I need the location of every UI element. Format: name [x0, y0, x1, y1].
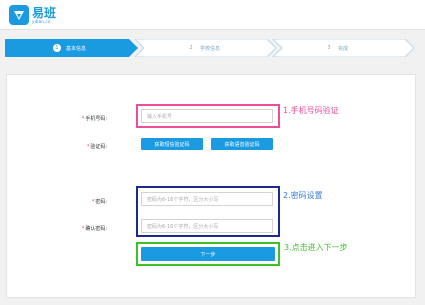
confirm-password-label: *确认密码: [81, 226, 107, 232]
step-2-label: 学校信息 [200, 45, 221, 52]
required-mark: * [91, 199, 95, 205]
logo-name: 易班 [32, 5, 57, 20]
password-highlight-box [136, 186, 280, 237]
sms-code-button[interactable]: 获取短信验证码 [141, 138, 203, 150]
step-school-info: 2 学校信息 [187, 39, 220, 57]
required-mark: * [81, 116, 85, 122]
logo-domain: yiban.cn [32, 18, 51, 24]
top-header: 易班 yiban.cn [0, 0, 425, 30]
yiban-logo[interactable]: 易班 yiban.cn [8, 4, 56, 26]
password-label: *密码: [91, 199, 107, 205]
step-1-label: 基本信息 [66, 45, 87, 52]
step-complete: 3 完成 [325, 39, 348, 57]
next-highlight-box [136, 242, 280, 266]
required-mark: * [86, 144, 90, 150]
voice-code-button[interactable]: 获取语音验证码 [211, 138, 273, 150]
step-3-label: 完成 [338, 45, 349, 52]
required-mark: * [81, 226, 85, 232]
step-1-number: 1 [53, 44, 61, 52]
step-2-number: 2 [189, 45, 193, 51]
yiban-logo-icon [9, 5, 29, 25]
registration-form: *手机号码: 输入手机号 *验证码: 获取短信验证码 获取语音验证码 *密码: … [6, 74, 416, 298]
note-next-step: 3.点击进入下一步 [284, 243, 348, 252]
code-label: *验证码: [86, 144, 107, 150]
registration-steps: 1 基本信息 2 学校信息 3 完成 [5, 39, 418, 57]
phone-highlight-box [136, 104, 280, 128]
phone-label: *手机号码: [81, 116, 107, 122]
note-phone-verification: 1.手机号码验证 [283, 106, 339, 115]
step-3-number: 3 [327, 45, 331, 51]
note-password-setup: 2.密码设置 [283, 191, 323, 200]
step-basic-info: 1 基本信息 [53, 39, 86, 57]
